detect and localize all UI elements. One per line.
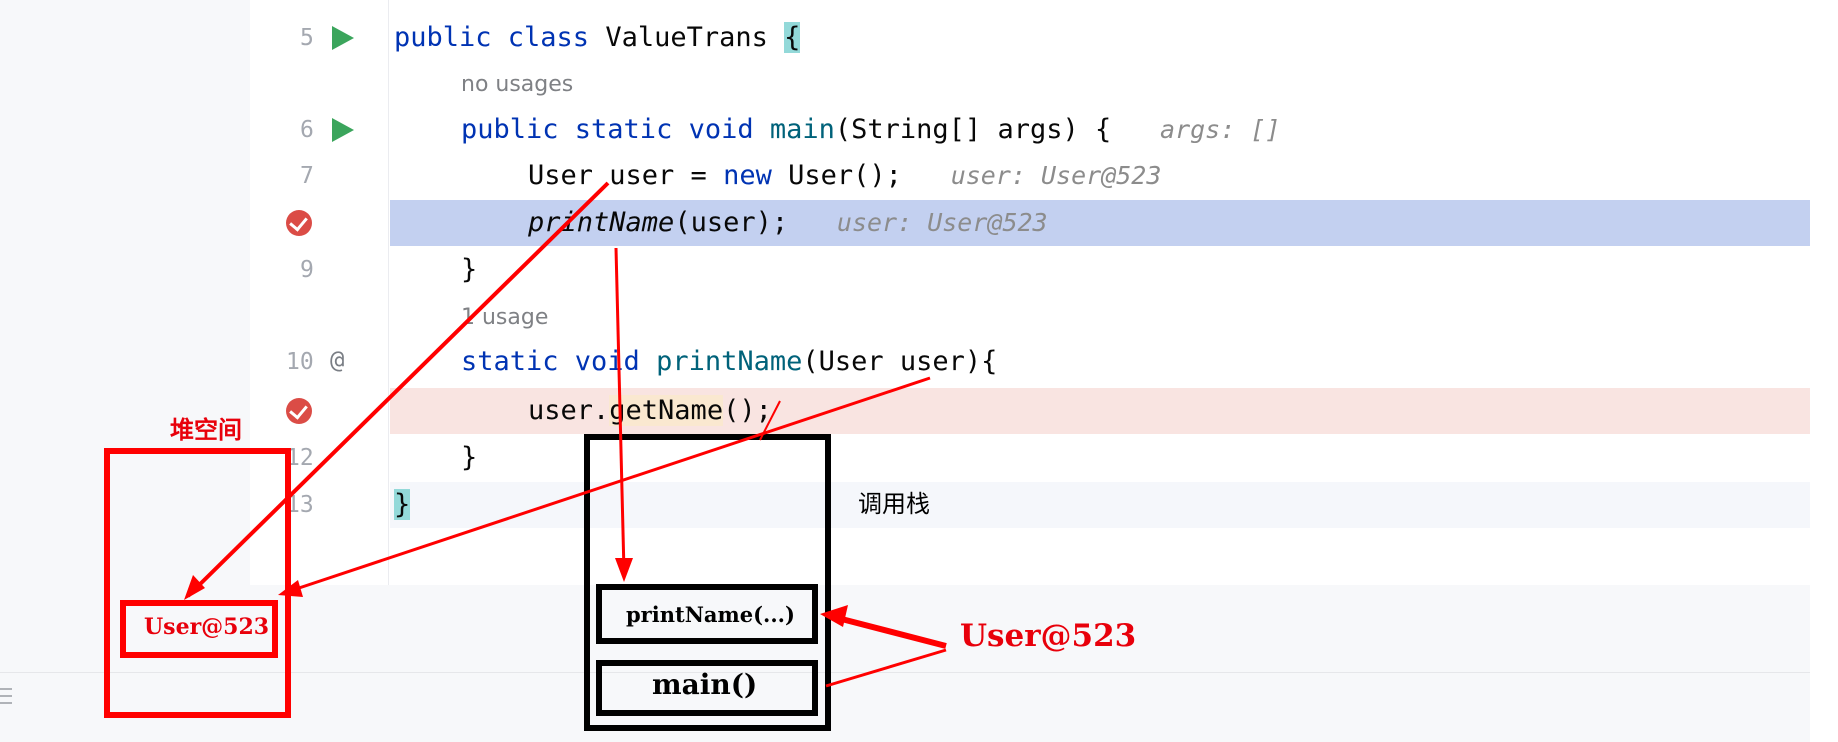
stack-frame-printname-label: printName(...) <box>626 602 795 627</box>
code-line-6[interactable]: public static void main(String[] args) {… <box>461 107 1280 153</box>
code-text: (); <box>723 395 772 426</box>
stack-frame-main-label: main() <box>652 668 758 701</box>
code-line-11[interactable]: user.getName(); <box>528 388 772 434</box>
menu-icon[interactable] <box>0 688 12 708</box>
code-line-5[interactable]: public class ValueTrans { <box>394 15 801 61</box>
reference-value-label: User@523 <box>960 618 1137 654</box>
heap-space-box <box>104 448 291 718</box>
brace: } <box>394 489 411 520</box>
code-text: User user = <box>528 160 724 191</box>
keyword: new <box>723 160 772 191</box>
inline-value-hint: user: User@523 <box>950 161 1162 190</box>
keyword: public static void <box>461 114 754 145</box>
inline-value-hint: args: [] <box>1160 115 1281 144</box>
code-line-13[interactable]: } <box>394 482 411 528</box>
code-line-7[interactable]: User user = new User(); user: User@523 <box>528 153 1161 199</box>
method-name: printName <box>639 346 803 377</box>
usages-lens[interactable]: 1 usage <box>461 298 548 338</box>
code-text: (user); <box>674 207 789 238</box>
right-strip <box>1810 0 1838 742</box>
method-name: main <box>753 114 835 145</box>
code-line-9[interactable]: } <box>461 247 477 293</box>
line-number: 5 <box>300 25 314 51</box>
line-number: 7 <box>300 163 314 189</box>
keyword: static void <box>461 346 640 377</box>
gutter-separator <box>388 0 389 585</box>
inline-value-hint: user: User@523 <box>836 208 1048 237</box>
implementation-icon[interactable]: @ <box>330 346 344 374</box>
method-call: getName <box>609 395 724 426</box>
method-call: printName <box>528 207 675 238</box>
code-text: (User user){ <box>802 346 998 377</box>
code-line-12[interactable]: } <box>461 435 477 481</box>
keyword: public class <box>394 22 590 53</box>
usages-lens[interactable]: no usages <box>461 65 573 105</box>
class-name: ValueTrans <box>589 22 785 53</box>
brace: { <box>784 22 801 53</box>
code-text: user. <box>528 395 610 426</box>
call-stack-label: 调用栈 <box>858 490 930 518</box>
code-line-10[interactable]: static void printName(User user){ <box>461 339 997 385</box>
heap-label: 堆空间 <box>170 415 242 444</box>
code-text: (String[] args) { <box>834 114 1112 145</box>
run-icon[interactable] <box>332 26 354 50</box>
heap-object-label: User@523 <box>144 614 270 640</box>
line-number: 9 <box>300 257 314 283</box>
breakpoint-icon[interactable] <box>286 398 312 424</box>
line-number: 6 <box>300 117 314 143</box>
breakpoint-icon[interactable] <box>286 210 312 236</box>
code-text: User(); <box>771 160 902 191</box>
code-line-8[interactable]: printName(user); user: User@523 <box>528 200 1048 246</box>
run-icon[interactable] <box>332 118 354 142</box>
line-number: 10 <box>286 349 314 375</box>
